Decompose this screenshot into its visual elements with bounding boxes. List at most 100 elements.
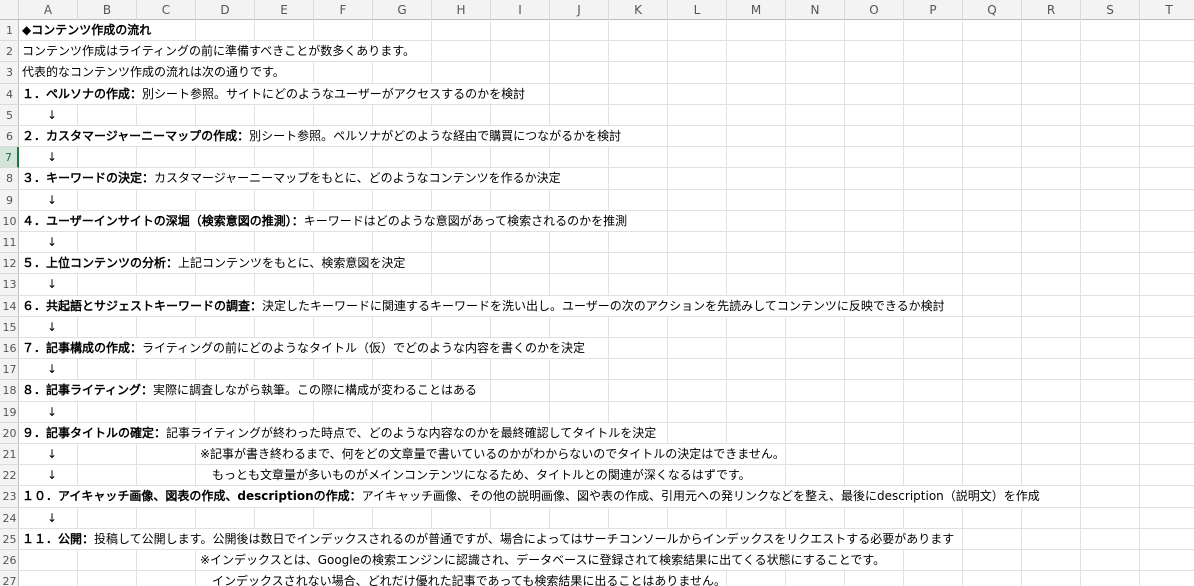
row-header-25[interactable]: 25	[0, 529, 19, 550]
flow-arrow: ↓	[47, 319, 58, 334]
row-header-6[interactable]: 6	[0, 126, 19, 148]
row-header-16[interactable]: 16	[0, 338, 19, 360]
cell-a14[interactable]: ６．共起語とサジェストキーワードの調査：決定したキーワードに関連するキーワードを…	[19, 295, 945, 316]
cell-a2[interactable]: コンテンツ作成はライティングの前に準備すべきことが数多くあります。	[19, 41, 416, 62]
column-header-l[interactable]: L	[668, 0, 727, 20]
flow-arrow: ↓	[47, 447, 58, 461]
cell-a12[interactable]: ５．上位コンテンツの分析：上記コンテンツをもとに、検索意図を決定	[19, 253, 406, 274]
row-header-15[interactable]: 15	[0, 317, 19, 338]
step-description: 決定したキーワードに関連するキーワードを洗い出し。ユーザーの次のアクションを先読…	[262, 298, 945, 313]
row-header-9[interactable]: 9	[0, 190, 19, 211]
cell-a4[interactable]: １．ペルソナの作成：別シート参照。サイトにどのようなユーザーがアクセスするのかを…	[19, 83, 526, 104]
column-header-e[interactable]: E	[255, 0, 314, 20]
row-header-19[interactable]: 19	[0, 402, 19, 423]
column-header-k[interactable]: K	[609, 0, 668, 20]
cell-a3[interactable]: 代表的なコンテンツ作成の流れは次の通りです。	[19, 62, 285, 83]
flow-arrow: ↓	[47, 107, 58, 122]
cell-a8[interactable]: ３．キーワードの決定：カスタマージャーニーマップをもとに、どのようなコンテンツを…	[19, 168, 561, 189]
column-header-d[interactable]: D	[196, 0, 255, 20]
step-description: 代表的なコンテンツ作成の流れは次の通りです。	[22, 65, 285, 80]
step-heading: １．ペルソナの作成：	[22, 86, 143, 101]
row-header-23[interactable]: 23	[0, 486, 19, 508]
step-description: 投稿して公開します。公開後は数日でインデックスされるのが普通ですが、場合によって…	[94, 531, 955, 546]
gridline-horizontal	[19, 358, 1194, 360]
row-header-11[interactable]: 11	[0, 232, 19, 254]
column-header-p[interactable]: P	[904, 0, 963, 20]
step-heading: ６．共起語とサジェストキーワードの調査：	[22, 298, 263, 313]
column-header-j[interactable]: J	[550, 0, 609, 20]
column-header-m[interactable]: M	[727, 0, 786, 20]
flow-arrow: ↓	[47, 510, 58, 525]
step-heading: ３．キーワードの決定：	[22, 171, 155, 186]
gridline-horizontal	[19, 188, 1194, 190]
row-header-8[interactable]: 8	[0, 168, 19, 190]
column-header-h[interactable]: H	[432, 0, 491, 20]
flow-arrow: ↓	[47, 192, 58, 207]
column-header-c[interactable]: C	[137, 0, 196, 20]
column-header-b[interactable]: B	[78, 0, 137, 20]
row-header-2[interactable]: 2	[0, 41, 19, 63]
step-description: 記事ライティングが終わった時点で、どのような内容なのかを最終確認してタイトルを決…	[166, 425, 657, 440]
flow-arrow: ↓	[47, 404, 58, 419]
row-header-12[interactable]: 12	[0, 253, 19, 275]
column-header-s[interactable]: S	[1081, 0, 1140, 20]
cell-a20[interactable]: ９．記事タイトルの確定：記事ライティングが終わった時点で、どのような内容なのかを…	[19, 422, 657, 443]
row-header-18[interactable]: 18	[0, 380, 19, 402]
column-header-t[interactable]: T	[1140, 0, 1194, 20]
row-header-21[interactable]: 21	[0, 444, 19, 466]
cell-a6[interactable]: ２．カスタマージャーニーマップの作成：別シート参照。ペルソナがどのような経由で購…	[19, 126, 622, 147]
cell-d27[interactable]: インデックスされない場合、どれだけ優れた記事であっても検索結果に出ることはありま…	[197, 571, 726, 586]
row-header-27[interactable]: 27	[0, 571, 19, 586]
row-header-4[interactable]: 4	[0, 84, 19, 105]
gridline-vertical	[1080, 20, 1081, 586]
row-headers: 1 2 3 4 5 6 7 8 9 10 11 12 13 14 15 16 17 18 19 20 21 22 23 24 2…	[0, 20, 19, 586]
step-description: 実際に調査しながら執筆。この際に構成が変わることはある	[153, 383, 478, 398]
cell-d26[interactable]: ※インデックスとは、Googleの検索エンジンに認識され、データベースに登録され…	[197, 550, 886, 571]
cell-a18[interactable]: ８．記事ライティング：実際に調査しながら執筆。この際に構成が変わることはある	[19, 380, 478, 401]
row-header-24[interactable]: 24	[0, 508, 19, 529]
flow-arrow: ↓	[47, 235, 58, 249]
row-header-26[interactable]: 26	[0, 550, 19, 572]
gridline-horizontal	[19, 400, 1194, 402]
row-header-10[interactable]: 10	[0, 211, 19, 232]
flow-arrow: ↓	[47, 277, 58, 292]
cell-a10[interactable]: ４．ユーザーインサイトの深堀（検索意図の推測）：キーワードはどのような意図があっ…	[19, 210, 628, 231]
cell-d21[interactable]: ※記事が書き終わるまで、何をどの文章量で書いているのかがわからないのでタイトルの…	[197, 444, 785, 465]
step-heading: ５．上位コンテンツの分析：	[22, 256, 179, 271]
column-header-n[interactable]: N	[786, 0, 845, 20]
cell-d22[interactable]: もっとも文章量が多いものがメインコンテンツになるため、タイトルとの関連が深くなる…	[197, 465, 751, 486]
gridline-horizontal	[19, 506, 1194, 508]
row-header-14[interactable]: 14	[0, 296, 19, 317]
gridline-horizontal	[19, 315, 1194, 317]
row-header-22[interactable]: 22	[0, 465, 19, 487]
step-description: 別シート参照。サイトにどのようなユーザーがアクセスするのかを検討	[142, 86, 526, 101]
column-header-g[interactable]: G	[373, 0, 432, 20]
column-header-i[interactable]: I	[491, 0, 550, 20]
cell-a23[interactable]: １０．アイキャッチ画像、図表の作成、descriptionの作成：アイキャッチ画…	[19, 486, 1040, 507]
flow-arrow: ↓	[47, 468, 58, 483]
cell-a16[interactable]: ７．記事構成の作成：ライティングの前にどのようなタイトル（仮）でどのような内容を…	[19, 338, 586, 359]
step-description: 別シート参照。ペルソナがどのような経由で購買につながるかを検討	[249, 129, 622, 143]
column-header-q[interactable]: Q	[963, 0, 1022, 20]
column-header-r[interactable]: R	[1022, 0, 1081, 20]
row-header-20[interactable]: 20	[0, 423, 19, 444]
row-header-1[interactable]: 1	[0, 20, 19, 42]
select-all-corner[interactable]	[0, 0, 19, 20]
row-header-13[interactable]: 13	[0, 274, 19, 296]
row-header-3[interactable]: 3	[0, 62, 19, 84]
column-header-f[interactable]: F	[314, 0, 373, 20]
gridline-vertical	[1139, 20, 1140, 586]
row-header-17[interactable]: 17	[0, 359, 19, 381]
cell-a1[interactable]: ◆コンテンツ作成の流れ	[19, 20, 152, 41]
step-heading: １０．アイキャッチ画像、図表の作成、descriptionの作成：	[22, 489, 362, 504]
step-heading: ◆コンテンツ作成の流れ	[22, 23, 152, 37]
cell-a25[interactable]: １１．公開：投稿して公開します。公開後は数日でインデックスされるのが普通ですが、…	[19, 528, 955, 549]
row-header-7[interactable]: 7	[0, 147, 19, 169]
step-heading: ４．ユーザーインサイトの深堀（検索意図の推測）：	[22, 213, 304, 228]
cell-grid[interactable]: ◆コンテンツ作成の流れコンテンツ作成はライティングの前に準備すべきことが数多くあ…	[19, 20, 1194, 586]
step-description: アイキャッチ画像、その他の説明画像、図や表の作成、引用元への発リンクなどを整え、…	[361, 489, 1040, 504]
step-heading: ９．記事タイトルの確定：	[22, 425, 167, 440]
column-header-a[interactable]: A	[19, 0, 78, 20]
column-header-o[interactable]: O	[845, 0, 904, 20]
row-header-5[interactable]: 5	[0, 105, 19, 126]
